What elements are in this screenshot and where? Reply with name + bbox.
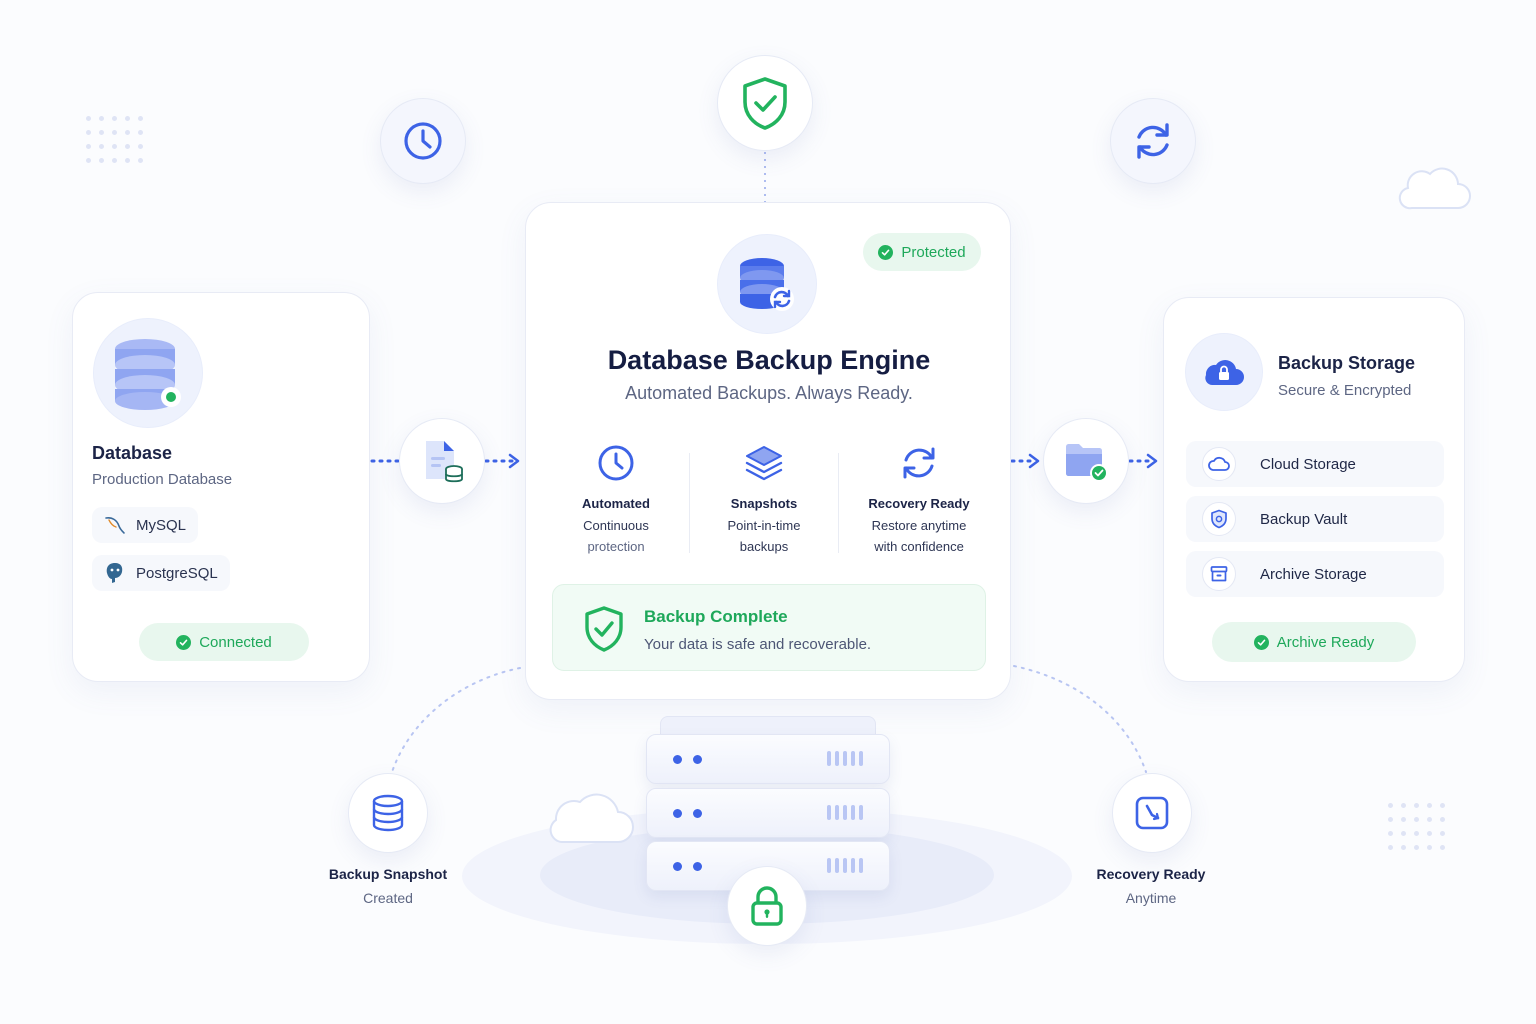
- feature-recovery-ready: Recovery Ready Restore anytime with conf…: [844, 443, 994, 557]
- database-icon: [372, 794, 404, 832]
- feature-title: Recovery Ready: [868, 496, 970, 511]
- feature-title: Snapshots: [730, 496, 798, 511]
- storage-item-archive[interactable]: Archive Storage: [1186, 551, 1444, 597]
- mysql-dolphin-icon: [105, 517, 125, 534]
- feature-desc: Restore anytime with confidence: [844, 515, 994, 557]
- clock-circle: [380, 98, 466, 184]
- archive-ready-label: Archive Ready: [1276, 633, 1375, 651]
- refresh-icon: [903, 447, 935, 479]
- storage-item-cloud[interactable]: Cloud Storage: [1186, 441, 1444, 487]
- check-circle-icon: [878, 244, 894, 260]
- snapshot-subtitle: Created: [363, 890, 413, 906]
- feature-desc-line: Restore anytime: [871, 518, 967, 533]
- check-circle-icon: [1253, 634, 1269, 650]
- engine-tag-label: MySQL: [135, 516, 186, 534]
- feature-title: Automated: [582, 496, 650, 511]
- clock-icon: [404, 122, 442, 160]
- postgresql-elephant-icon: [106, 563, 123, 583]
- connected-status-label: Connected: [199, 633, 272, 651]
- database-stack-icon: [115, 339, 181, 410]
- feature-desc: Continuous protection: [546, 515, 686, 557]
- feature-divider: [838, 453, 839, 553]
- recovery-subtitle: Anytime: [1125, 890, 1177, 906]
- lock-icon: [751, 886, 783, 926]
- server-top-cap: [660, 716, 876, 736]
- feature-desc-line: protection: [587, 539, 645, 554]
- database-title: Database: [92, 443, 173, 463]
- snapshot-title: Backup Snapshot: [328, 866, 448, 882]
- feature-automated: Automated Continuous protection: [546, 443, 686, 557]
- lock-circle: [727, 866, 807, 946]
- storage-item-label: Cloud Storage: [1260, 455, 1356, 473]
- recovery-restore-icon: [1135, 796, 1169, 830]
- layers-icon: [745, 446, 783, 481]
- cloud-icon: [1202, 447, 1236, 481]
- cloud-icon: [549, 793, 634, 843]
- database-card: Database Production Database MySQL Postg…: [72, 292, 370, 682]
- recovery-circle: [1112, 773, 1192, 853]
- storage-item-vault[interactable]: Backup Vault: [1186, 496, 1444, 542]
- feature-desc-line: backups: [739, 539, 789, 554]
- protected-badge: Protected: [863, 233, 981, 271]
- feature-desc-line: with confidence: [874, 539, 964, 554]
- archive-ready-badge: Archive Ready: [1212, 622, 1416, 662]
- engine-tag-mysql[interactable]: MySQL: [92, 507, 198, 543]
- sync-icon: [1137, 123, 1169, 159]
- shield-check-icon: [743, 77, 787, 130]
- engine-tag-label: PostgreSQL: [136, 564, 218, 582]
- engine-icon-circle: [717, 234, 817, 334]
- protected-badge-label: Protected: [901, 243, 966, 261]
- snapshot-circle: [348, 773, 428, 853]
- shield-check-icon: [585, 606, 623, 652]
- sync-circle: [1110, 98, 1196, 184]
- transfer-folder-circle: [1043, 418, 1129, 504]
- archive-box-icon: [1202, 557, 1236, 591]
- storage-item-label: Backup Vault: [1260, 510, 1348, 528]
- feature-desc-line: Point-in-time: [727, 518, 801, 533]
- database-file-icon: [426, 441, 463, 483]
- backup-complete-message: Your data is safe and recoverable.: [644, 636, 872, 653]
- feature-desc-line: Continuous: [583, 518, 649, 533]
- database-sync-icon: [740, 258, 794, 311]
- shield-circle: [717, 55, 813, 151]
- recovery-title: Recovery Ready: [1096, 866, 1206, 882]
- backup-storage-card: Backup Storage Secure & Encrypted Cloud …: [1163, 297, 1465, 682]
- storage-icon-circle: [1185, 333, 1263, 411]
- feature-divider: [689, 453, 690, 553]
- database-icon-circle: [93, 318, 203, 428]
- check-circle-icon: [176, 634, 192, 650]
- feature-desc: Point-in-time backups: [694, 515, 834, 557]
- transfer-document-circle: [399, 418, 485, 504]
- folder-check-icon: [1066, 444, 1108, 482]
- storage-subtitle: Secure & Encrypted: [1278, 382, 1412, 399]
- backup-complete-panel: Backup Complete Your data is safe and re…: [552, 584, 986, 671]
- vault-shield-icon: [1202, 502, 1236, 536]
- feature-snapshots: Snapshots Point-in-time backups: [694, 443, 834, 557]
- engine-tagline: Automated Backups. Always Ready.: [625, 383, 913, 403]
- database-subtitle: Production Database: [92, 471, 233, 488]
- storage-title: Backup Storage: [1278, 353, 1416, 373]
- cloud-lock-icon: [1205, 360, 1244, 385]
- backup-complete-title: Backup Complete: [644, 607, 788, 626]
- storage-item-label: Archive Storage: [1260, 565, 1367, 583]
- connected-status-badge: Connected: [139, 623, 309, 661]
- server-unit: [646, 734, 890, 784]
- server-unit: [646, 788, 890, 838]
- engine-tag-postgresql[interactable]: PostgreSQL: [92, 555, 230, 591]
- clock-icon: [598, 445, 634, 481]
- engine-title: Database Backup Engine: [607, 345, 931, 375]
- backup-engine-card: Protected Database Backup Engine Automat…: [525, 202, 1011, 700]
